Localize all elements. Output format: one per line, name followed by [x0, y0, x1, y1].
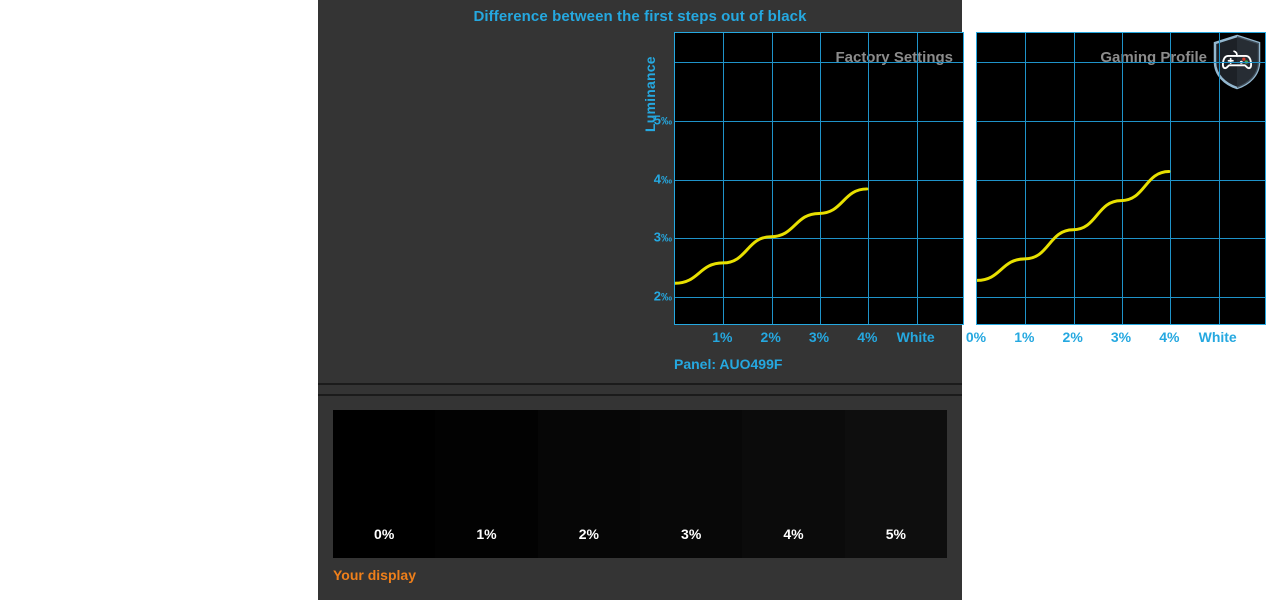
- y-axis-tick: 5‰: [653, 112, 672, 128]
- x-axis-tick: 1%: [1014, 329, 1035, 345]
- x-axis-tick: 1%: [712, 329, 733, 345]
- y-axis-tick: 3‰: [653, 229, 672, 245]
- y-axis-tick: 4‰: [653, 171, 672, 186]
- gradient-patch: 5%: [844, 410, 947, 558]
- gradient-patch-label: 2%: [578, 526, 599, 542]
- y-axis-tick-group: 5‰ 4‰ 3‰ 2‰: [636, 32, 672, 325]
- x-axis-tick: 3%: [808, 329, 830, 345]
- your-display-caption: Your display: [333, 567, 416, 583]
- x-axis-tick-group-left: 1% 2% 3% 4% White: [674, 329, 964, 351]
- gradient-patch-label: 4%: [783, 526, 804, 542]
- luminance-curve: [675, 187, 869, 285]
- review-panel: Difference between the first steps out o…: [318, 0, 1266, 600]
- screenshot-root: Difference between the first steps out o…: [0, 0, 1280, 600]
- panel-info: Panel: AUO499F: [674, 356, 783, 372]
- section-divider-top: [318, 383, 962, 385]
- gradient-patch: 4%: [742, 410, 845, 558]
- x-axis-tick: White: [896, 329, 935, 345]
- x-axis-tick: 2%: [760, 329, 781, 345]
- x-axis-tick: White: [1198, 329, 1237, 345]
- gradient-patch: 1%: [435, 410, 538, 558]
- gradient-patch: 2%: [537, 410, 640, 558]
- gradient-patch-label: 1%: [476, 526, 497, 542]
- gradient-patch: 0%: [333, 410, 436, 558]
- x-axis-tick: 3%: [1110, 329, 1132, 345]
- x-axis-tick: 0%: [965, 329, 987, 345]
- x-axis-tick-group-right: 0% 1% 2% 3% 4% White: [966, 329, 1266, 351]
- chart-factory-settings: Factory Settings: [674, 32, 964, 325]
- luminance-curve: [977, 170, 1171, 282]
- chart-gaming-profile: Gaming Profile: [976, 32, 1266, 325]
- gradient-patch-label: 3%: [681, 526, 702, 542]
- gradient-patch: 3%: [639, 410, 743, 558]
- gradient-patch-label: 5%: [885, 526, 906, 542]
- page-title: Difference between the first steps out o…: [473, 8, 807, 25]
- x-axis-tick: 4%: [857, 329, 878, 345]
- x-axis-tick: 4%: [1159, 329, 1180, 345]
- black-level-patch-strip: 0% 1% 2% 3% 4% 5%: [333, 410, 947, 558]
- charts-section: Difference between the first steps out o…: [318, 0, 1266, 383]
- x-axis-tick: 2%: [1062, 329, 1083, 345]
- gradient-section: 0% 1% 2% 3% 4% 5% Your display: [318, 396, 962, 600]
- gradient-patch-label: 0%: [374, 526, 395, 542]
- y-axis-tick: 2‰: [653, 288, 672, 304]
